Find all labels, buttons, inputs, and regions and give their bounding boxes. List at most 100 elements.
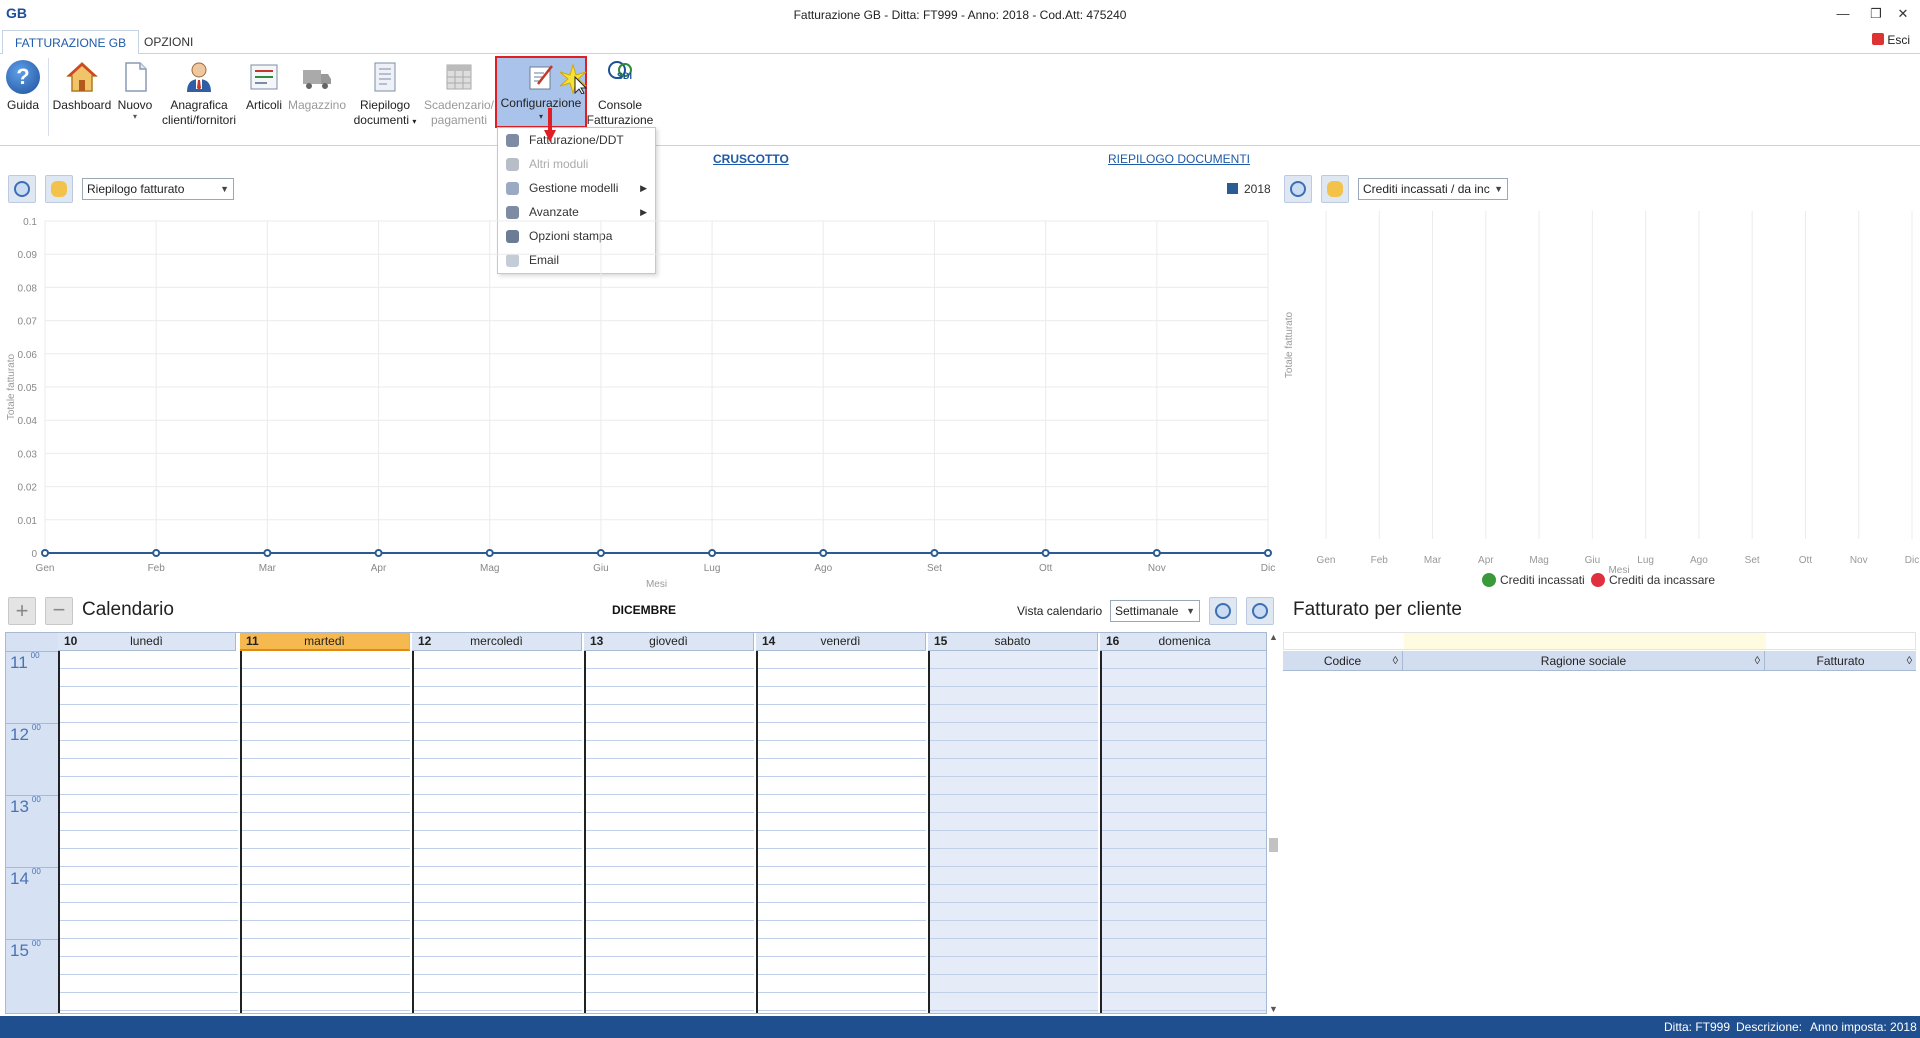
legend-swatch [1227, 183, 1238, 194]
day-column[interactable] [240, 651, 410, 1013]
day-column[interactable] [1100, 651, 1266, 1013]
add-appointment-button[interactable]: + [8, 597, 36, 625]
legend-crediti-da-incassare: Crediti da incassare [1591, 573, 1715, 587]
sort-icon: ◊ [1754, 655, 1760, 667]
zoom-icon [14, 181, 30, 197]
dashboard-button[interactable]: Dashboard [52, 58, 112, 138]
calendar-zoom-in-button[interactable] [1209, 597, 1237, 625]
anagrafica-label-1: Anagrafica [170, 98, 228, 112]
day-header[interactable]: venerdì 14 [756, 633, 926, 651]
guida-label: Guida [6, 98, 40, 112]
x-tick-label: Feb [148, 563, 166, 574]
day-header[interactable]: domenica 16 [1100, 633, 1266, 651]
help-icon: ? [6, 60, 40, 94]
data-point [485, 549, 494, 557]
fatturato-cliente-header: Codice ◊ Ragione sociale ◊ Fatturato ◊ [1283, 651, 1916, 671]
credits-chart-select[interactable]: Crediti incassati / da inc ▼ [1358, 178, 1508, 200]
riepilogo-documenti-button[interactable]: Riepilogo documenti ▾ [350, 58, 420, 138]
hour-label: 12 00 [10, 723, 41, 745]
filter-row[interactable] [1283, 632, 1916, 650]
day-name: giovedì [649, 634, 688, 648]
day-header[interactable]: giovedì 13 [584, 633, 754, 651]
day-header[interactable]: mercoledì 12 [412, 633, 582, 651]
console-label-1: Console [597, 98, 643, 112]
pan-chart-button[interactable] [45, 175, 73, 203]
tab-opzioni[interactable]: OPZIONI [132, 30, 205, 54]
legend-dot [1591, 573, 1605, 587]
magazzino-button[interactable]: Magazzino [287, 58, 347, 138]
anagrafica-button[interactable]: Anagrafica clienti/fornitori [158, 58, 240, 138]
riepilogo-label-2: documenti [353, 113, 409, 127]
minute-value: 00 [31, 939, 41, 948]
column-label: Fatturato [1816, 654, 1865, 668]
legend-crediti-incassati: Crediti incassati [1482, 573, 1585, 587]
menu-item-altri-moduli[interactable]: Altri moduli [498, 152, 655, 176]
console-fatturazione-button[interactable]: SDI Console Fatturazione [585, 58, 655, 138]
submenu-arrow-icon: ▶ [640, 183, 647, 193]
calendar-month: DICEMBRE [612, 603, 677, 617]
title-bar: GB Fatturazione GB - Ditta: FT999 - Anno… [0, 0, 1920, 30]
guida-button[interactable]: ? Guida [3, 58, 43, 138]
home-icon [65, 60, 99, 94]
menu-item-label: Altri moduli [529, 157, 589, 171]
menu-item-gestione-modelli[interactable]: Gestione modelli ▶ [498, 176, 655, 200]
day-column[interactable] [58, 651, 238, 1013]
cruscotto-link[interactable]: CRUSCOTTO [713, 152, 789, 166]
data-point [152, 549, 161, 557]
restore-button[interactable]: ❐ [1866, 4, 1886, 24]
minute-value: 00 [31, 795, 41, 804]
minute-value: 00 [31, 867, 41, 876]
calendar-title: Calendario [82, 599, 174, 620]
riepilogo-documenti-link[interactable]: RIEPILOGO DOCUMENTI [1108, 152, 1250, 166]
vista-calendario-label: Vista calendario [1017, 604, 1103, 618]
day-column[interactable] [928, 651, 1098, 1013]
calendar-scrollbar[interactable]: ▲ ▼ [1267, 632, 1280, 1014]
day-name: mercoledì [470, 634, 523, 648]
x-tick-label: Set [1745, 555, 1760, 566]
vista-calendario-select[interactable]: Settimanale ▼ [1110, 600, 1200, 622]
y-tick-label: 0.1 [23, 217, 37, 228]
data-point [1264, 549, 1272, 557]
column-fatturato[interactable]: Fatturato ◊ [1765, 651, 1916, 671]
tab-fatturazione-gb[interactable]: FATTURAZIONE GB [2, 30, 140, 55]
hour-separator [6, 939, 58, 940]
chart-type-select[interactable]: Riepilogo fatturato ▼ [82, 178, 234, 200]
menu-item-fatturazione-ddt[interactable]: Fatturazione/DDT [498, 128, 655, 152]
pan-chart2-button[interactable] [1321, 175, 1349, 203]
remove-appointment-button[interactable]: − [45, 597, 73, 625]
y-tick-label: 0.01 [18, 516, 38, 527]
column-ragione-sociale[interactable]: Ragione sociale ◊ [1403, 651, 1765, 671]
scadenzario-button[interactable]: Scadenzario/ pagamenti [421, 58, 497, 138]
esci-button[interactable]: Esci [1872, 33, 1910, 47]
day-column[interactable] [412, 651, 582, 1013]
zoom-chart2-button[interactable] [1284, 175, 1312, 203]
x-tick-label: Lug [1637, 555, 1654, 566]
data-point [708, 549, 717, 557]
x-tick-label: Dic [1261, 563, 1275, 574]
day-column[interactable] [584, 651, 754, 1013]
chevron-down-icon: ▼ [1186, 606, 1195, 616]
close-button[interactable]: ✕ [1893, 4, 1913, 24]
scroll-thumb[interactable] [1269, 838, 1278, 852]
y-tick-label: 0.04 [18, 416, 38, 427]
hand-icon [1327, 181, 1343, 197]
day-header[interactable]: martedì 11 [240, 633, 410, 651]
day-header[interactable]: lunedì 10 [58, 633, 236, 651]
filter-cell[interactable] [1404, 633, 1766, 649]
calendar-zoom-out-button[interactable] [1246, 597, 1274, 625]
x-tick-label: Gen [36, 563, 55, 574]
ribbon: ? Guida Dashboard Nuovo ▾ Anagrafica cli… [0, 54, 1920, 146]
minimize-button[interactable]: — [1833, 4, 1853, 24]
day-header[interactable]: sabato 15 [928, 633, 1098, 651]
day-column[interactable] [756, 651, 926, 1013]
nuovo-button[interactable]: Nuovo ▾ [114, 58, 156, 138]
hour-separator [6, 651, 58, 652]
report-icon [368, 60, 402, 94]
scroll-up-icon[interactable]: ▲ [1269, 632, 1278, 642]
column-codice[interactable]: Codice ◊ [1283, 651, 1403, 671]
x-tick-label: Mar [259, 563, 277, 574]
zoom-chart-button[interactable] [8, 175, 36, 203]
checklist-icon [247, 60, 281, 94]
scroll-down-icon[interactable]: ▼ [1269, 1004, 1278, 1014]
articoli-button[interactable]: Articoli [243, 58, 285, 138]
